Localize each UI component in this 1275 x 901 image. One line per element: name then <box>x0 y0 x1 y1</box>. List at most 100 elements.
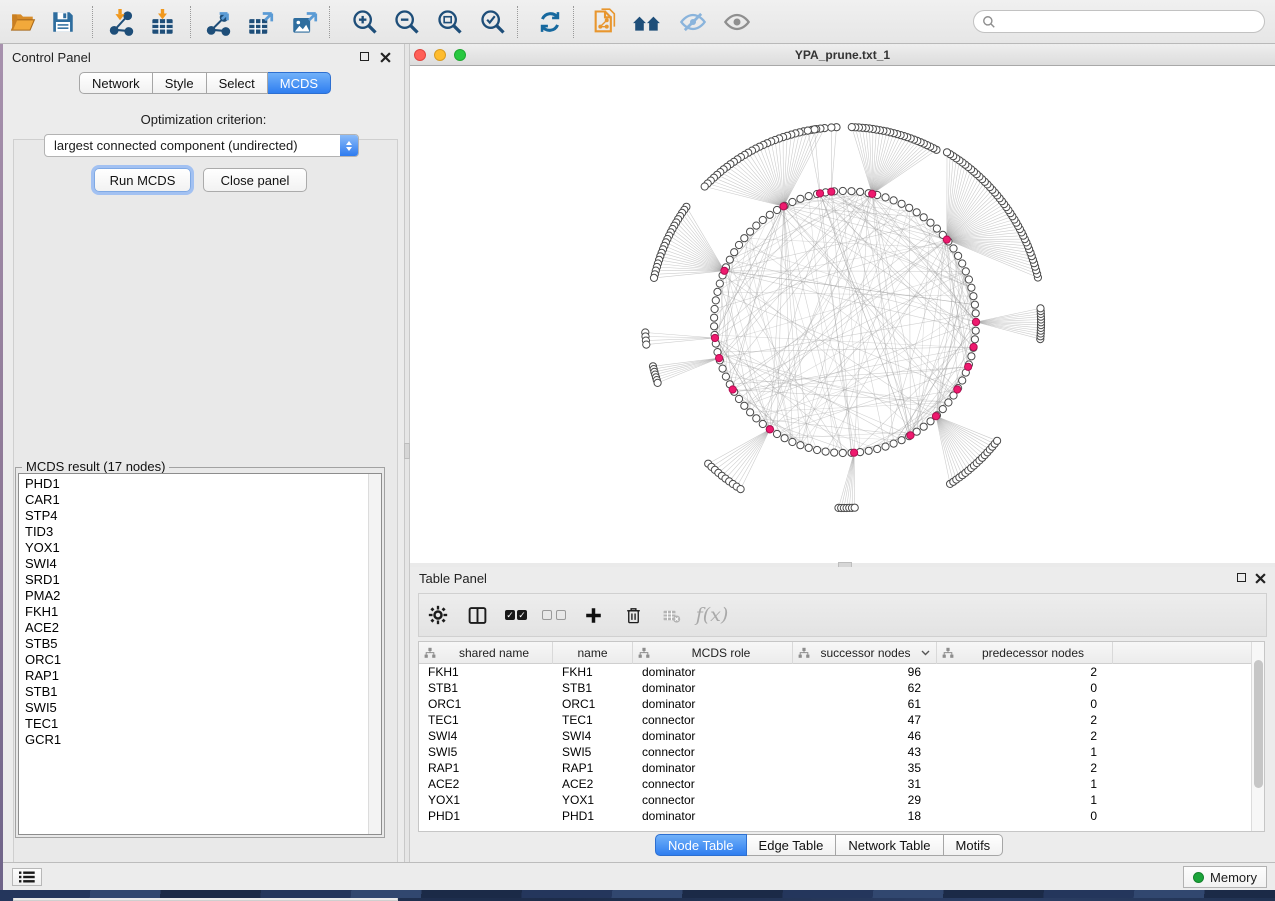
graph-node[interactable] <box>766 211 773 218</box>
tab-node-table[interactable]: Node Table <box>655 834 747 856</box>
table-cell[interactable]: SWI4 <box>553 729 633 743</box>
graph-node[interactable] <box>945 399 952 406</box>
graph-node[interactable] <box>971 336 978 343</box>
table-row[interactable]: TEC1TEC1connector472 <box>419 712 1251 728</box>
graph-node[interactable] <box>701 183 708 190</box>
table-cell[interactable]: 0 <box>937 809 1113 823</box>
graph-node[interactable] <box>927 219 934 226</box>
graph-node[interactable] <box>848 188 855 195</box>
table-cell[interactable]: 0 <box>937 681 1113 695</box>
graph-node[interactable] <box>781 435 788 442</box>
graph-node[interactable] <box>726 256 733 263</box>
table-settings-gear-icon[interactable] <box>419 597 457 633</box>
graph-node[interactable] <box>773 206 780 213</box>
table-cell[interactable]: FKH1 <box>419 665 553 679</box>
select-all-columns-icon[interactable]: ✓✓ <box>497 597 535 633</box>
table-cell[interactable]: STB1 <box>553 681 633 695</box>
graph-node-mcds[interactable] <box>716 355 723 362</box>
deselect-all-columns-icon[interactable] <box>535 597 573 633</box>
table-cell[interactable]: RAP1 <box>419 761 553 775</box>
mcds-result-item[interactable]: SWI4 <box>25 556 365 572</box>
show-column-panel-icon[interactable] <box>457 597 497 633</box>
table-cell[interactable]: YOX1 <box>553 793 633 807</box>
graph-node[interactable] <box>972 327 979 334</box>
graph-node[interactable] <box>804 127 811 134</box>
graph-node[interactable] <box>970 293 977 300</box>
column-header-name[interactable]: name <box>553 642 633 664</box>
table-cell[interactable]: dominator <box>633 681 793 695</box>
column-header-shared-name[interactable]: shared name <box>419 642 553 664</box>
mcds-result-item[interactable]: SWI5 <box>25 700 365 716</box>
table-cell[interactable]: SWI5 <box>553 745 633 759</box>
graph-node[interactable] <box>650 274 657 281</box>
column-header-predecessor-nodes[interactable]: predecessor nodes <box>937 642 1113 664</box>
zoom-in-icon[interactable] <box>350 7 380 37</box>
zoom-selected-icon[interactable] <box>478 7 508 37</box>
table-cell[interactable]: STB1 <box>419 681 553 695</box>
graph-node-mcds[interactable] <box>780 203 787 210</box>
graph-node[interactable] <box>994 437 1001 444</box>
table-cell[interactable]: ORC1 <box>553 697 633 711</box>
table-row[interactable]: ACE2ACE2connector311 <box>419 776 1251 792</box>
tab-style[interactable]: Style <box>153 72 207 94</box>
tab-select[interactable]: Select <box>207 72 268 94</box>
export-image-icon[interactable] <box>289 7 319 37</box>
graph-node[interactable] <box>965 276 972 283</box>
column-header-successor-nodes[interactable]: successor nodes <box>793 642 937 664</box>
table-cell[interactable]: YOX1 <box>419 793 553 807</box>
graph-node[interactable] <box>643 341 650 348</box>
table-row[interactable]: YOX1YOX1connector291 <box>419 792 1251 808</box>
graph-node[interactable] <box>773 430 780 437</box>
table-cell[interactable]: dominator <box>633 697 793 711</box>
graph-node[interactable] <box>857 188 864 195</box>
graph-node[interactable] <box>968 353 975 360</box>
graph-node-mcds[interactable] <box>711 334 718 341</box>
graph-node[interactable] <box>741 235 748 242</box>
table-cell[interactable]: 46 <box>793 729 937 743</box>
table-cell[interactable]: TEC1 <box>553 713 633 727</box>
graph-node[interactable] <box>753 222 760 229</box>
graph-node-mcds[interactable] <box>972 318 979 325</box>
table-cell[interactable]: 2 <box>937 665 1113 679</box>
first-neighbors-icon[interactable] <box>632 7 662 37</box>
search-field[interactable] <box>973 10 1265 33</box>
graph-node-mcds[interactable] <box>954 386 961 393</box>
graph-node[interactable] <box>759 420 766 427</box>
memory-status-button[interactable]: Memory <box>1183 866 1267 888</box>
graph-node[interactable] <box>735 241 742 248</box>
graph-node[interactable] <box>851 504 858 511</box>
graph-node[interactable] <box>882 194 889 201</box>
graph-node[interactable] <box>722 373 729 380</box>
task-history-button[interactable] <box>12 868 42 886</box>
table-row[interactable]: FKH1FKH1dominator962 <box>419 664 1251 680</box>
mcds-result-item[interactable]: GCR1 <box>25 732 365 748</box>
graph-node-mcds[interactable] <box>965 363 972 370</box>
table-cell[interactable]: 1 <box>937 777 1113 791</box>
mcds-result-item[interactable]: PHD1 <box>25 476 365 492</box>
close-panel-button[interactable]: Close panel <box>203 168 307 192</box>
graph-node[interactable] <box>759 216 766 223</box>
table-cell[interactable]: PHD1 <box>553 809 633 823</box>
table-cell[interactable]: 0 <box>937 697 1113 711</box>
graph-node[interactable] <box>731 249 738 256</box>
import-table-icon[interactable] <box>147 7 177 37</box>
graph-node-mcds[interactable] <box>721 267 728 274</box>
graph-node-mcds[interactable] <box>970 343 977 350</box>
table-cell[interactable]: 35 <box>793 761 937 775</box>
graph-node[interactable] <box>874 445 881 452</box>
graph-node[interactable] <box>805 193 812 200</box>
float-panel-icon[interactable] <box>360 52 371 63</box>
graph-node-mcds[interactable] <box>907 432 914 439</box>
graph-node[interactable] <box>865 447 872 454</box>
graph-node-mcds[interactable] <box>869 190 876 197</box>
tab-edge-table[interactable]: Edge Table <box>747 834 837 856</box>
graph-node[interactable] <box>711 323 718 330</box>
graph-node[interactable] <box>898 437 905 444</box>
graph-node[interactable] <box>789 198 796 205</box>
sort-chevron-icon[interactable] <box>921 650 930 656</box>
search-input[interactable] <box>1001 15 1251 29</box>
graph-node[interactable] <box>933 225 940 232</box>
table-scrollbar-thumb[interactable] <box>1254 660 1263 788</box>
graph-node[interactable] <box>831 449 838 456</box>
graph-node[interactable] <box>737 486 744 493</box>
